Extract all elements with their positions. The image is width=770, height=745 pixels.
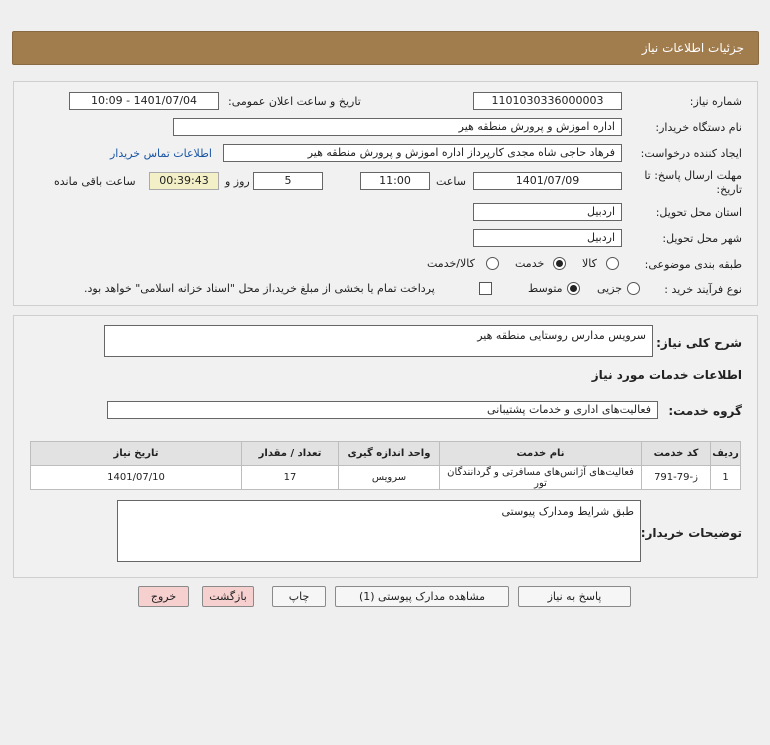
category-service-radio[interactable] (553, 257, 566, 270)
buyer-notes-label: توضیحات خریدار: (640, 526, 742, 540)
process-minor-label: جزیی (597, 282, 623, 295)
remaining-time-field: 00:39:43 (149, 172, 219, 190)
treasury-payment-note: پرداخت تمام یا بخشی از مبلغ خرید،از محل … (84, 282, 435, 295)
province-label: استان محل تحویل: (655, 206, 742, 219)
buyer-contact-link[interactable]: اطلاعات تماس خریدار (110, 147, 212, 160)
creator-label: ایجاد کننده درخواست: (640, 147, 742, 160)
process-minor-radio[interactable] (627, 282, 640, 295)
category-goods-service-radio[interactable] (486, 257, 499, 270)
process-label: نوع فرآیند خرید : (664, 283, 742, 296)
city-label: شهر محل تحویل: (662, 232, 742, 245)
announce-date-field[interactable]: 1401/07/04 - 10:09 (69, 92, 219, 110)
province-field[interactable]: اردبیل (473, 203, 622, 221)
services-table: ردیف کد خدمت نام خدمت واحد اندازه گیری ت… (30, 441, 741, 490)
announce-date-label: تاریخ و ساعت اعلان عمومی: (228, 95, 361, 108)
category-goods-label: کالا (582, 257, 597, 270)
deadline-time-label: ساعت (436, 175, 466, 188)
table-row: 1 ز-79-791 فعالیت‌های آژانس‌های مسافرتی … (30, 465, 741, 490)
days-remaining-field[interactable]: 5 (253, 172, 323, 190)
cell-row-number: 1 (710, 465, 741, 490)
table-header-row: ردیف کد خدمت نام خدمت واحد اندازه گیری ت… (30, 441, 741, 466)
process-medium-label: متوسط (528, 282, 563, 295)
service-group-label: گروه خدمت: (668, 404, 742, 418)
summary-label: شرح کلی نیاز: (656, 336, 742, 350)
buyer-field[interactable]: اداره اموزش و پرورش منطقه هیر (173, 118, 622, 136)
cell-quantity: 17 (241, 465, 339, 490)
deadline-time-field[interactable]: 11:00 (360, 172, 430, 190)
category-goods-service-label: کالا/خدمت (427, 257, 475, 270)
buyer-notes-field[interactable]: طبق شرایط ومدارک پیوستی (117, 500, 641, 562)
back-button[interactable]: بازگشت (202, 586, 254, 607)
cell-service-name: فعالیت‌های آژانس‌های مسافرتی و گردانندگا… (439, 465, 642, 490)
page-title: جزئیات اطلاعات نیاز (641, 41, 744, 55)
category-service-label: خدمت (515, 257, 545, 270)
col-qty-header: تعداد / مقدار (241, 441, 339, 466)
creator-field[interactable]: فرهاد حاجی شاه مجدی کارپرداز اداره اموزش… (223, 144, 622, 162)
buyer-label: نام دستگاه خریدار: (655, 121, 742, 134)
print-button[interactable]: چاپ (272, 586, 326, 607)
deadline-label-date: تاریخ: (716, 183, 742, 196)
process-medium-radio[interactable] (567, 282, 580, 295)
category-label: طبقه بندی موضوعی: (644, 258, 742, 271)
need-number-field[interactable]: 1101030336000003 (473, 92, 622, 110)
treasury-payment-checkbox[interactable] (479, 282, 492, 295)
col-unit-header: واحد اندازه گیری (338, 441, 440, 466)
remaining-time-label: ساعت باقی مانده (54, 175, 136, 188)
need-info-panel (13, 81, 758, 306)
deadline-label: مهلت ارسال پاسخ: تا (644, 169, 742, 182)
col-code-header: کد خدمت (641, 441, 711, 466)
exit-button[interactable]: خروج (138, 586, 189, 607)
deadline-date-field[interactable]: 1401/07/09 (473, 172, 622, 190)
summary-field[interactable]: سرویس مدارس روستایی منطقه هیر (104, 325, 653, 357)
service-group-field[interactable]: فعالیت‌های اداری و خدمات پشتیبانی (107, 401, 658, 419)
services-heading: اطلاعات خدمات مورد نیاز (591, 368, 742, 382)
page-title-bar: جزئیات اطلاعات نیاز (12, 31, 759, 65)
cell-service-code: ز-79-791 (641, 465, 711, 490)
category-goods-radio[interactable] (606, 257, 619, 270)
col-row-header: ردیف (710, 441, 741, 466)
cell-unit: سرویس (338, 465, 440, 490)
cell-need-date: 1401/07/10 (30, 465, 242, 490)
days-label: روز و (225, 175, 250, 188)
col-date-header: تاریخ نیاز (30, 441, 242, 466)
view-attachments-button[interactable]: مشاهده مدارک پیوستی (1) (335, 586, 509, 607)
col-name-header: نام خدمت (439, 441, 642, 466)
need-number-label: شماره نیاز: (689, 95, 742, 108)
city-field[interactable]: اردبیل (473, 229, 622, 247)
reply-button[interactable]: پاسخ به نیاز (518, 586, 631, 607)
